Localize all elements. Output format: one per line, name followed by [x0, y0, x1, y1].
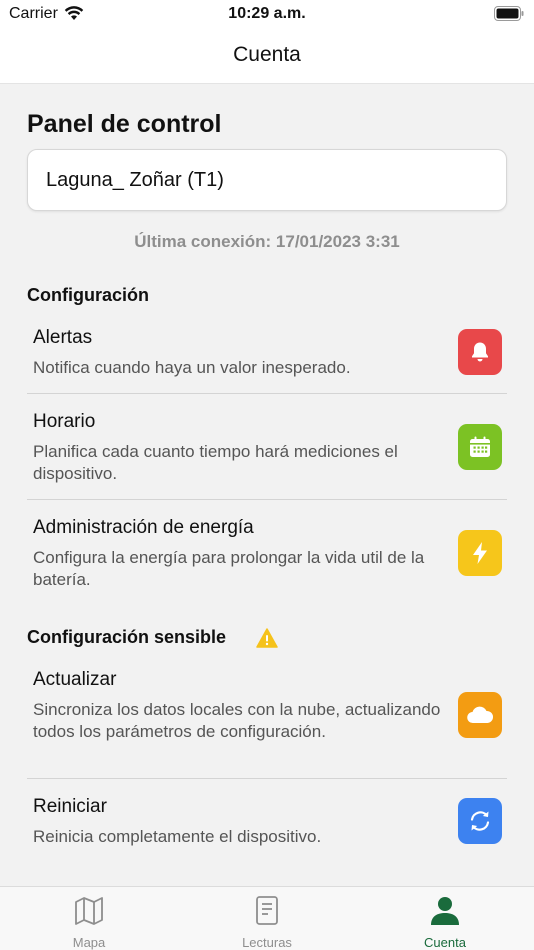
- row-description: Notifica cuando haya un valor inesperado…: [33, 358, 351, 377]
- warning-icon: [256, 628, 278, 648]
- row-description: Sincroniza los datos locales con la nube…: [33, 700, 441, 741]
- sensitive-row-reiniciar[interactable]: Reiniciar Reinicia completamente el disp…: [27, 786, 507, 858]
- document-icon: [256, 896, 278, 925]
- bell-icon: [458, 329, 502, 375]
- map-icon: [75, 897, 103, 925]
- main-content[interactable]: Panel de control Laguna_ Zoñar (T1) Últi…: [0, 85, 534, 885]
- tab-label: Mapa: [72, 935, 106, 950]
- divider: [27, 499, 507, 500]
- row-title: Reiniciar: [33, 796, 107, 817]
- row-title: Actualizar: [33, 669, 117, 690]
- row-title: Administración de energía: [33, 517, 254, 538]
- sensitive-row-actualizar[interactable]: Actualizar Sincroniza los datos locales …: [27, 659, 507, 777]
- row-description: Configura la energía para prolongar la v…: [33, 548, 425, 589]
- tab-bar: Mapa Lecturas Cuenta: [0, 886, 534, 950]
- config-row-horario[interactable]: Horario Planifica cada cuanto tiempo har…: [27, 401, 507, 497]
- status-bar: Carrier 10:29 a.m.: [0, 0, 534, 30]
- tab-label: Lecturas: [242, 935, 292, 950]
- row-title: Horario: [33, 411, 96, 432]
- row-description: Planifica cada cuanto tiempo hará medici…: [33, 442, 398, 483]
- divider: [27, 778, 507, 779]
- config-row-energia[interactable]: Administración de energía Configura la e…: [27, 507, 507, 603]
- row-description: Reinicia completamente el dispositivo.: [33, 827, 322, 846]
- refresh-icon: [458, 798, 502, 844]
- tab-mapa[interactable]: Mapa: [0, 887, 178, 950]
- device-name: Laguna_ Zoñar (T1): [46, 169, 224, 191]
- battery-icon: [494, 6, 524, 21]
- lightning-icon: [458, 530, 502, 576]
- tab-cuenta[interactable]: Cuenta: [356, 887, 534, 950]
- calendar-icon: [458, 424, 502, 470]
- device-selector[interactable]: Laguna_ Zoñar (T1): [27, 149, 507, 211]
- sensitive-section-title: Configuración sensible: [27, 627, 227, 647]
- person-icon: [431, 897, 459, 925]
- tab-lecturas[interactable]: Lecturas: [178, 887, 356, 950]
- navigation-bar: Cuenta: [0, 30, 534, 84]
- page-title: Cuenta: [233, 43, 301, 66]
- divider: [27, 393, 507, 394]
- config-section-title: Configuración: [27, 285, 149, 305]
- last-connection-label: Última conexión: 17/01/2023 3:31: [134, 232, 400, 251]
- config-row-alertas[interactable]: Alertas Notifica cuando haya un valor in…: [27, 317, 507, 389]
- row-title: Alertas: [33, 327, 93, 348]
- tab-label: Cuenta: [424, 935, 466, 950]
- cloud-icon: [458, 692, 502, 738]
- panel-title: Panel de control: [27, 110, 222, 138]
- status-time: 10:29 a.m.: [228, 5, 306, 22]
